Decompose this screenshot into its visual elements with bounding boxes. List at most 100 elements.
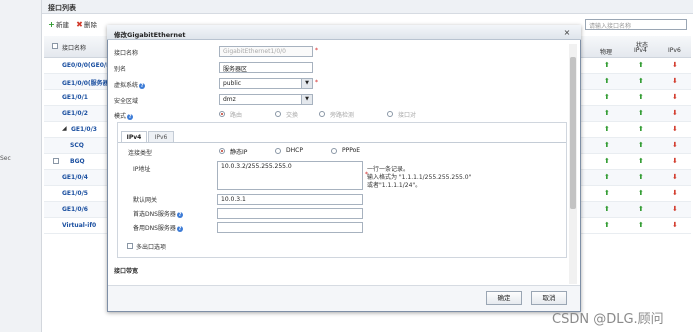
help-icon[interactable]: ?: [176, 225, 183, 232]
interface-name-link[interactable]: GE0/0/0(GE0/M: [62, 62, 112, 69]
tab-divider: [118, 142, 566, 143]
pppoe-label[interactable]: PPPoE: [342, 147, 360, 154]
status-up-icon: ⬆: [604, 93, 610, 101]
zone-select-value: dmz: [223, 96, 236, 103]
help-icon[interactable]: ?: [127, 113, 134, 120]
select-all-checkbox[interactable]: [52, 43, 58, 49]
status-up-icon: ⬆: [604, 205, 610, 213]
multi-egress-checkbox[interactable]: [127, 243, 133, 249]
interface-name-link[interactable]: GE1/0/2: [62, 110, 88, 117]
required-marker: *: [315, 47, 318, 54]
plus-icon: +: [48, 20, 55, 29]
alias-field[interactable]: 服务器区: [219, 62, 313, 73]
dialog-title: 修改GigabitEthernet: [114, 31, 186, 39]
ip-format-hint-line: 输入格式为 "1.1.1.1/255.255.255.0": [367, 174, 472, 181]
status-down-icon: ⬇: [672, 141, 678, 149]
status-up-icon: ⬆: [638, 141, 644, 149]
gateway-field[interactable]: 10.0.3.1: [217, 194, 363, 205]
interface-name-link[interactable]: GE1/0/5: [62, 190, 88, 197]
column-header-name[interactable]: 接口名称: [62, 43, 86, 52]
dns2-label-text: 备用DNS服务器: [133, 225, 176, 232]
status-up-icon: ⬆: [604, 125, 610, 133]
dns1-field[interactable]: [217, 208, 363, 219]
chevron-down-icon: ▼: [301, 95, 312, 104]
static-ip-radio[interactable]: [219, 148, 225, 154]
search-input[interactable]: 请输入接口名称: [585, 19, 687, 30]
mode-label: 模式?: [114, 111, 134, 120]
gateway-label: 默认网关: [133, 197, 158, 204]
ip-format-hint-line: 一行一条记录。: [367, 166, 410, 173]
cancel-button[interactable]: 取消: [531, 291, 567, 305]
vsys-select[interactable]: public ▼: [219, 78, 313, 89]
interface-name-link[interactable]: GE1/0/1: [62, 94, 88, 101]
delete-button[interactable]: ✖删除: [76, 19, 97, 30]
required-marker: *: [315, 79, 318, 86]
alias-label: 别名: [114, 66, 127, 73]
ip-address-textarea[interactable]: 10.0.3.2/255.255.255.0: [217, 161, 363, 190]
status-up-icon: ⬆: [604, 77, 610, 85]
interface-name-field: GigabitEthernet1/0/0: [219, 46, 313, 57]
interface-name-link[interactable]: Virtual-if0: [62, 222, 96, 229]
mode-switch-radio[interactable]: [275, 111, 281, 117]
status-up-icon: ⬆: [604, 221, 610, 229]
status-down-icon: ⬇: [672, 61, 678, 69]
interface-name-link[interactable]: SCQ: [70, 142, 84, 149]
multi-egress-label[interactable]: 多出口选项: [136, 242, 166, 251]
mode-route-radio[interactable]: [219, 111, 225, 117]
close-icon[interactable]: ×: [561, 27, 573, 38]
ip-format-hint-line: 或者"1.1.1.1/24"。: [367, 182, 422, 189]
status-down-icon: ⬇: [672, 109, 678, 117]
dns2-field[interactable]: [217, 222, 363, 233]
mode-pair-label[interactable]: 接口对: [398, 110, 416, 119]
interface-name-link[interactable]: BGQ: [70, 158, 85, 165]
column-header-ipv4[interactable]: IPv4: [634, 47, 647, 54]
interface-name-link[interactable]: GE1/0/0(服务器: [62, 78, 109, 87]
status-down-icon: ⬇: [672, 221, 678, 229]
interface-name-link[interactable]: GE1/0/6: [62, 206, 88, 213]
ok-button[interactable]: 确定: [486, 291, 522, 305]
status-down-icon: ⬇: [672, 205, 678, 213]
status-down-icon: ⬇: [672, 93, 678, 101]
zone-select[interactable]: dmz ▼: [219, 94, 313, 105]
delete-x-icon: ✖: [76, 20, 83, 29]
status-down-icon: ⬇: [672, 189, 678, 197]
mode-switch-label[interactable]: 交换: [286, 110, 298, 119]
column-header-ipv6[interactable]: IPv6: [668, 47, 681, 54]
dialog-header: 修改GigabitEthernet: [107, 25, 581, 40]
status-up-icon: ⬆: [604, 157, 610, 165]
dhcp-radio[interactable]: [275, 148, 281, 154]
help-icon[interactable]: ?: [139, 82, 146, 89]
chevron-down-icon: ▼: [301, 79, 312, 88]
add-button[interactable]: +新建: [48, 19, 69, 30]
dhcp-label[interactable]: DHCP: [286, 147, 303, 154]
mode-route-label[interactable]: 路由: [230, 110, 242, 119]
status-up-icon: ⬆: [604, 109, 610, 117]
pppoe-radio[interactable]: [331, 148, 337, 154]
bandwidth-section-title: 接口带宽: [114, 268, 139, 275]
mode-pair-radio[interactable]: [387, 111, 393, 117]
status-down-icon: ⬇: [672, 157, 678, 165]
add-button-label: 新建: [56, 21, 69, 29]
vsys-label: 虚拟系统?: [114, 80, 146, 89]
interface-name-label: 接口名称: [114, 50, 139, 57]
status-up-icon: ⬆: [638, 109, 644, 117]
dns2-label: 备用DNS服务器?: [133, 223, 183, 232]
interface-name-link[interactable]: GE1/0/4: [62, 174, 88, 181]
scrollbar-thumb[interactable]: [570, 57, 576, 209]
interface-name-link[interactable]: GE1/0/3: [71, 126, 97, 133]
nav-partial-label[interactable]: Sec: [0, 155, 11, 162]
status-up-icon: ⬆: [638, 189, 644, 197]
help-icon[interactable]: ?: [176, 211, 183, 218]
vsys-label-text: 虚拟系统: [114, 82, 139, 89]
status-up-icon: ⬆: [638, 77, 644, 85]
mode-bypass-label[interactable]: 旁路检测: [330, 110, 354, 119]
left-navigation: Sec: [0, 0, 42, 332]
status-up-icon: ⬆: [638, 93, 644, 101]
dns1-label-text: 首选DNS服务器: [133, 211, 176, 218]
static-ip-label[interactable]: 静态IP: [230, 147, 247, 156]
status-up-icon: ⬆: [638, 205, 644, 213]
status-up-icon: ⬆: [638, 125, 644, 133]
mode-bypass-radio[interactable]: [319, 111, 325, 117]
column-header-physical[interactable]: 物理: [600, 47, 612, 56]
zone-label: 安全区域: [114, 98, 139, 105]
